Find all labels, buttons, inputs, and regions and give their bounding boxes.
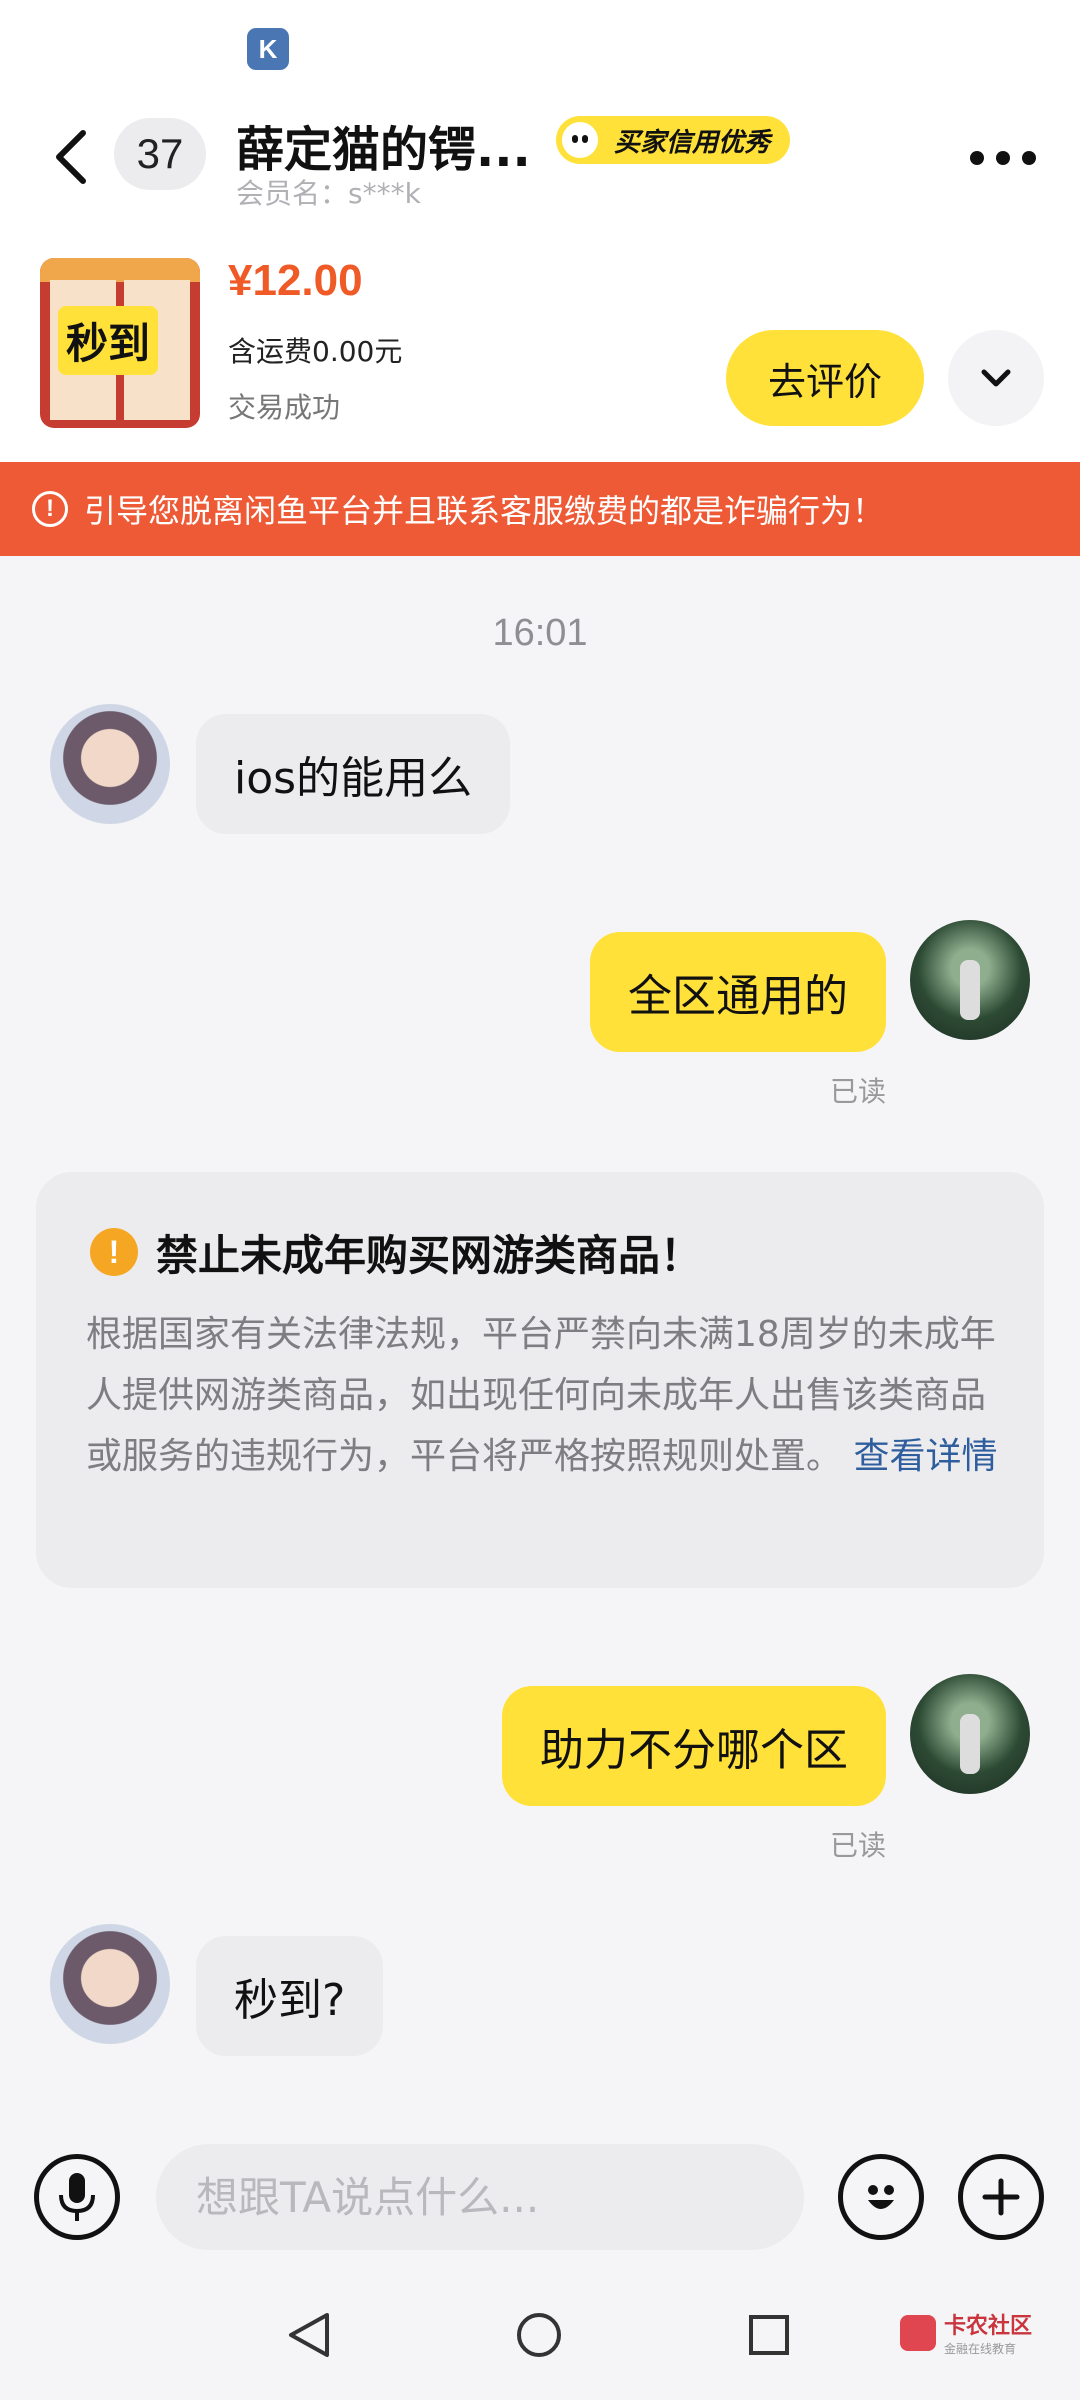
- outgoing-message-bubble[interactable]: 助力不分哪个区: [502, 1686, 886, 1806]
- nav-home-button[interactable]: [514, 2310, 564, 2360]
- plus-icon: [982, 2178, 1020, 2216]
- smiley-face-icon: [868, 2185, 894, 2209]
- emoji-button[interactable]: [838, 2154, 924, 2240]
- chat-header: 37 薛定猫的锷... 买家信用优秀 会员名：s***k: [0, 80, 1080, 230]
- add-attachment-button[interactable]: [958, 2154, 1044, 2240]
- read-receipt: 已读: [829, 1075, 886, 1108]
- more-options-button[interactable]: [970, 140, 1036, 176]
- watermark-title: 卡农社区: [944, 2314, 1033, 2339]
- notice-body: 根据国家有关法律法规，平台严禁向未满18周岁的未成年人提供网游类商品，如出现任何…: [86, 1304, 1006, 1487]
- triangle-back-icon: [289, 2313, 329, 2357]
- product-card[interactable]: 秒到 ¥12.00 含运费0.00元 交易成功 去评价: [0, 230, 1080, 462]
- square-recents-icon: [749, 2315, 789, 2355]
- watermark: 卡农社区 金融在线教育: [900, 2308, 1032, 2357]
- circle-home-icon: [517, 2313, 561, 2357]
- message-timestamp: 16:01: [492, 612, 588, 654]
- read-receipt: 已读: [829, 1829, 886, 1862]
- smiley-face-icon: [562, 122, 598, 158]
- dot-icon: [996, 151, 1010, 165]
- app-notification-icon: K: [247, 28, 289, 70]
- minor-purchase-notice: ! 禁止未成年购买网游类商品！ 根据国家有关法律法规，平台严禁向未满18周岁的未…: [36, 1172, 1044, 1588]
- thumbnail-label: 秒到: [58, 306, 159, 375]
- exclamation-circle-icon: !: [32, 491, 68, 527]
- credit-rating-label: 买家信用优秀: [614, 127, 771, 158]
- watermark-subtitle: 金融在线教育: [944, 2342, 1017, 2356]
- shipping-info: 含运费0.00元: [228, 335, 403, 368]
- self-avatar[interactable]: [910, 920, 1030, 1040]
- partner-avatar[interactable]: [50, 1924, 170, 2044]
- credit-rating-badge[interactable]: 买家信用优秀: [556, 116, 791, 164]
- warning-text: 引导您脱离闲鱼平台并且联系客服缴费的都是诈骗行为！: [84, 492, 885, 530]
- self-avatar[interactable]: [910, 1674, 1030, 1794]
- notice-title: 禁止未成年购买网游类商品！: [156, 1231, 703, 1280]
- expand-button[interactable]: [948, 330, 1044, 426]
- watermark-logo-icon: [900, 2314, 936, 2351]
- chat-partner-name[interactable]: 薛定猫的锷...: [236, 110, 531, 180]
- incoming-message-bubble[interactable]: 秒到?: [196, 1936, 384, 2056]
- voice-input-button[interactable]: [34, 2154, 120, 2240]
- nav-back-button[interactable]: [284, 2310, 334, 2360]
- microphone-icon: [59, 2173, 95, 2221]
- product-price: ¥12.00: [228, 256, 363, 305]
- member-name-label: 会员名：s***k: [236, 177, 421, 210]
- outgoing-message-bubble[interactable]: 全区通用的: [590, 932, 886, 1052]
- back-button[interactable]: [46, 122, 96, 192]
- chevron-down-icon: [981, 369, 1011, 387]
- status-bar: K: [0, 0, 1080, 80]
- system-nav-bar: 卡农社区 金融在线教育: [0, 2270, 1080, 2400]
- incoming-message-bubble[interactable]: ios的能用么: [196, 714, 511, 834]
- nav-recents-button[interactable]: [744, 2310, 794, 2360]
- unread-count-badge[interactable]: 37: [114, 118, 206, 190]
- message-input[interactable]: [156, 2144, 804, 2250]
- transaction-status: 交易成功: [228, 391, 341, 424]
- dot-icon: [1022, 151, 1036, 165]
- message-input-bar: [0, 2118, 1080, 2270]
- view-details-link[interactable]: 查看详情: [853, 1436, 997, 1477]
- chevron-left-icon: [56, 130, 86, 184]
- partner-avatar[interactable]: [50, 704, 170, 824]
- dot-icon: [970, 151, 984, 165]
- product-thumbnail[interactable]: 秒到: [40, 258, 200, 428]
- review-button[interactable]: 去评价: [726, 330, 924, 426]
- exclamation-circle-icon: !: [90, 1228, 138, 1276]
- fraud-warning-banner: ! 引导您脱离闲鱼平台并且联系客服缴费的都是诈骗行为！: [0, 462, 1080, 556]
